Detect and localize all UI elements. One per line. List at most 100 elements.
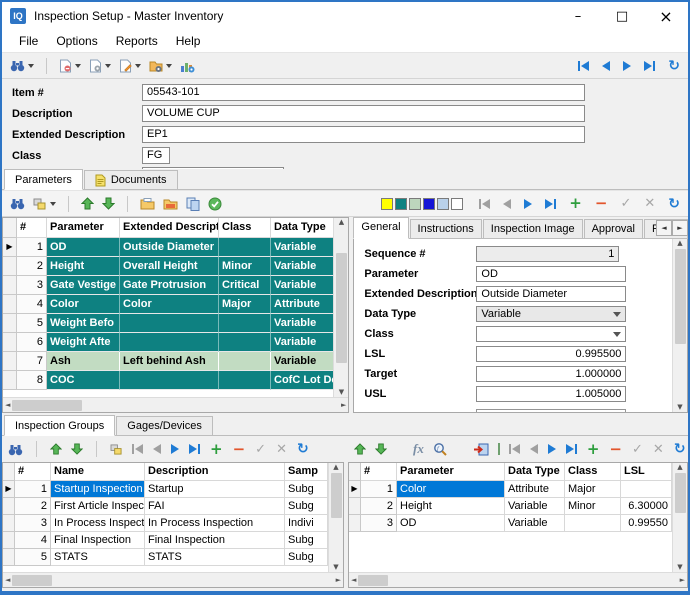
table-row[interactable]: 5 STATS STATS Subg bbox=[3, 549, 328, 566]
gp-move-up-button[interactable] bbox=[354, 443, 366, 455]
groups-post-button[interactable]: ✓ bbox=[255, 443, 266, 456]
param-view-mode-button[interactable] bbox=[33, 198, 56, 210]
scroll-down-icon[interactable]: ▼ bbox=[339, 389, 344, 396]
groups-refresh-button[interactable]: ↻ bbox=[297, 442, 309, 456]
table-row[interactable]: 7 Ash Left behind Ash Variable bbox=[3, 352, 333, 371]
menu-help[interactable]: Help bbox=[167, 32, 210, 50]
groups-move-up-button[interactable] bbox=[50, 443, 62, 455]
groups-grid-vscrollbar[interactable]: ▲ ▼ bbox=[328, 463, 343, 572]
scroll-up-icon[interactable]: ▲ bbox=[677, 240, 682, 247]
scroll-thumb[interactable] bbox=[12, 400, 82, 411]
import-params-button[interactable] bbox=[140, 197, 155, 210]
groups-first-button[interactable] bbox=[132, 444, 143, 454]
tab-gages-devices[interactable]: Gages/Devices bbox=[116, 416, 213, 435]
param-refresh-button[interactable]: ↻ bbox=[668, 197, 680, 211]
class-field[interactable]: FG bbox=[142, 147, 170, 164]
gp-last-button[interactable] bbox=[566, 444, 577, 454]
scroll-up-icon[interactable]: ▲ bbox=[677, 464, 682, 471]
gp-prev-button[interactable] bbox=[530, 444, 538, 454]
tab-documents[interactable]: Documents bbox=[84, 170, 178, 189]
table-row[interactable]: 2 Height Variable Minor 6.30000 bbox=[349, 498, 672, 515]
approve-params-button[interactable] bbox=[208, 197, 222, 211]
col-data-type[interactable]: Data Type bbox=[271, 218, 333, 238]
menu-reports[interactable]: Reports bbox=[107, 32, 167, 50]
first-record-button[interactable] bbox=[578, 61, 589, 71]
scroll-thumb[interactable] bbox=[358, 575, 388, 586]
col-extended-description[interactable]: Extended Description bbox=[120, 218, 219, 238]
col-num[interactable]: # bbox=[361, 463, 397, 481]
report-preview-button[interactable] bbox=[59, 59, 81, 73]
groups-prev-button[interactable] bbox=[153, 444, 161, 454]
report-settings-button[interactable] bbox=[89, 59, 111, 73]
copy-params-button[interactable] bbox=[186, 197, 200, 211]
table-row[interactable]: 3 OD Variable 0.99550 bbox=[349, 515, 672, 532]
move-down-button[interactable] bbox=[102, 197, 115, 210]
groups-last-button[interactable] bbox=[189, 444, 200, 454]
scroll-right-icon[interactable]: ► bbox=[680, 577, 685, 584]
groups-find-button[interactable] bbox=[8, 443, 23, 456]
tab-approval[interactable]: Approval bbox=[584, 219, 643, 238]
green-square-button[interactable] bbox=[498, 443, 500, 455]
param-prev-button[interactable] bbox=[503, 199, 511, 209]
last-record-button[interactable] bbox=[644, 61, 655, 71]
scroll-down-icon[interactable]: ▼ bbox=[333, 564, 338, 571]
extended-description-field[interactable]: Outside Diameter bbox=[476, 286, 626, 302]
groups-move-down-button[interactable] bbox=[71, 443, 83, 455]
parameter-grid-hscrollbar[interactable]: ◄ ► bbox=[3, 397, 348, 412]
export-params-button[interactable] bbox=[163, 197, 178, 210]
move-up-button[interactable] bbox=[81, 197, 94, 210]
item-number-field[interactable]: 05543-101 bbox=[142, 84, 585, 101]
scroll-down-icon[interactable]: ▼ bbox=[677, 404, 682, 411]
col-samp[interactable]: Samp bbox=[285, 463, 328, 481]
tab-parameters[interactable]: Parameters bbox=[4, 169, 83, 190]
scroll-thumb[interactable] bbox=[12, 575, 52, 586]
scroll-thumb[interactable] bbox=[331, 473, 342, 518]
scroll-right-icon[interactable]: ► bbox=[341, 402, 346, 409]
table-row[interactable]: 4 Color Color Major Attribute bbox=[3, 295, 333, 314]
gp-first-button[interactable] bbox=[509, 444, 520, 454]
groups-delete-button[interactable]: − bbox=[233, 442, 246, 457]
gp-refresh-button[interactable]: ↻ bbox=[674, 442, 686, 456]
tab-scroll-right-button[interactable]: ► bbox=[672, 220, 688, 236]
col-parameter[interactable]: Parameter bbox=[47, 218, 120, 238]
report-wizard-button[interactable] bbox=[149, 59, 172, 73]
table-row[interactable]: 5 Weight Befo Variable bbox=[3, 314, 333, 333]
target-field[interactable]: 1.000000 bbox=[476, 366, 626, 382]
minimize-button[interactable]: – bbox=[556, 2, 600, 30]
maximize-button[interactable]: □ bbox=[600, 2, 644, 30]
tab-inspection-groups[interactable]: Inspection Groups bbox=[4, 415, 115, 436]
table-row[interactable]: 6 Weight Afte Variable bbox=[3, 333, 333, 352]
gp-add-button[interactable]: + bbox=[587, 442, 600, 457]
scroll-left-icon[interactable]: ◄ bbox=[5, 402, 10, 409]
usl-field[interactable]: 1.005000 bbox=[476, 386, 626, 402]
tab-inspection-image[interactable]: Inspection Image bbox=[483, 219, 583, 238]
groups-add-button[interactable]: + bbox=[210, 442, 223, 457]
group-params-grid-hscrollbar[interactable]: ◄ ► bbox=[349, 572, 687, 587]
tab-instructions[interactable]: Instructions bbox=[410, 219, 482, 238]
col-name[interactable]: Name bbox=[51, 463, 145, 481]
scroll-thumb[interactable] bbox=[336, 253, 347, 363]
param-last-button[interactable] bbox=[545, 199, 556, 209]
assign-parameter-button[interactable] bbox=[473, 443, 489, 456]
close-button[interactable]: × bbox=[644, 2, 688, 30]
tab-general[interactable]: General bbox=[353, 217, 408, 239]
tab-scroll-left-button[interactable]: ◄ bbox=[656, 220, 672, 236]
table-row[interactable]: ▶ 1 OD Outside Diameter Variable bbox=[3, 238, 333, 257]
lsl-field[interactable]: 0.995500 bbox=[476, 346, 626, 362]
table-row[interactable]: 2 Height Overall Height Minor Variable bbox=[3, 257, 333, 276]
col-data-type[interactable]: Data Type bbox=[505, 463, 565, 481]
gp-cancel-button[interactable]: ✕ bbox=[653, 443, 664, 456]
table-row[interactable]: 8 COC CofC Lot Do bbox=[3, 371, 333, 390]
param-post-button[interactable]: ✓ bbox=[620, 197, 631, 210]
menu-file[interactable]: File bbox=[10, 32, 47, 50]
report-edit-button[interactable] bbox=[119, 59, 141, 73]
col-parameter[interactable]: Parameter bbox=[397, 463, 505, 481]
gp-post-button[interactable]: ✓ bbox=[632, 443, 643, 456]
table-row[interactable]: 3 Gate Vestige Gate Protrusion Critical … bbox=[3, 276, 333, 295]
groups-cancel-button[interactable]: ✕ bbox=[276, 443, 287, 456]
next-record-button[interactable] bbox=[623, 61, 631, 71]
parameter-field[interactable]: OD bbox=[476, 266, 626, 282]
data-type-select[interactable]: Variable bbox=[476, 306, 626, 322]
prev-record-button[interactable] bbox=[602, 61, 610, 71]
extended-description-field[interactable]: EP1 bbox=[142, 126, 585, 143]
